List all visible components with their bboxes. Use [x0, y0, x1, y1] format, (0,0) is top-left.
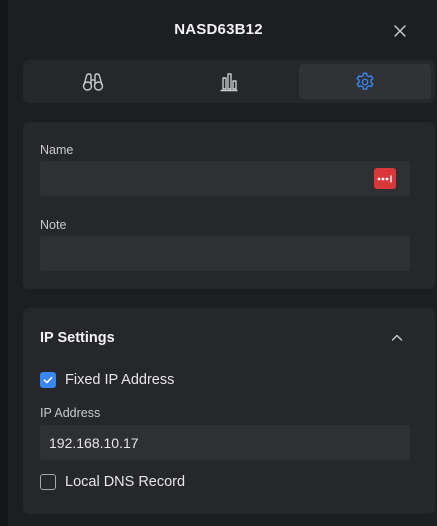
general-card: Name Note — [23, 122, 435, 289]
collapse-button[interactable] — [389, 330, 405, 346]
tab-overview[interactable] — [27, 64, 159, 99]
note-field[interactable] — [40, 236, 410, 271]
chevron-up-icon — [391, 334, 403, 341]
close-icon — [394, 25, 406, 37]
note-label: Note — [40, 218, 67, 232]
binoculars-icon — [82, 72, 104, 91]
panel-title: NASD63B12 — [174, 21, 263, 38]
device-settings-panel: NASD63B12 Name Note IP Settings Fixed IP… — [8, 0, 437, 526]
close-button[interactable] — [391, 22, 409, 40]
fixed-ip-checkbox[interactable]: Fixed IP Address — [40, 372, 174, 388]
ip-settings-title: IP Settings — [40, 330, 115, 346]
tab-statistics[interactable] — [163, 64, 295, 99]
password-dots-icon — [377, 175, 392, 182]
local-dns-checkbox-box[interactable] — [40, 474, 56, 490]
checkmark-icon — [43, 376, 53, 384]
bar-chart-icon — [220, 72, 238, 91]
name-label: Name — [40, 143, 74, 157]
ip-address-label: IP Address — [40, 406, 101, 420]
fixed-ip-label: Fixed IP Address — [65, 372, 175, 388]
ip-settings-card: IP Settings Fixed IP Address IP Address … — [23, 308, 435, 514]
local-dns-label: Local DNS Record — [65, 474, 186, 490]
local-dns-checkbox[interactable]: Local DNS Record — [40, 474, 185, 490]
tab-bar — [23, 60, 435, 103]
left-edge — [0, 0, 8, 526]
ip-address-field[interactable] — [40, 425, 410, 460]
password-manager-button[interactable] — [374, 168, 396, 189]
fixed-ip-checkbox-box[interactable] — [40, 372, 56, 388]
tab-settings[interactable] — [299, 64, 431, 99]
name-field[interactable] — [40, 161, 410, 196]
gear-icon — [356, 72, 374, 90]
